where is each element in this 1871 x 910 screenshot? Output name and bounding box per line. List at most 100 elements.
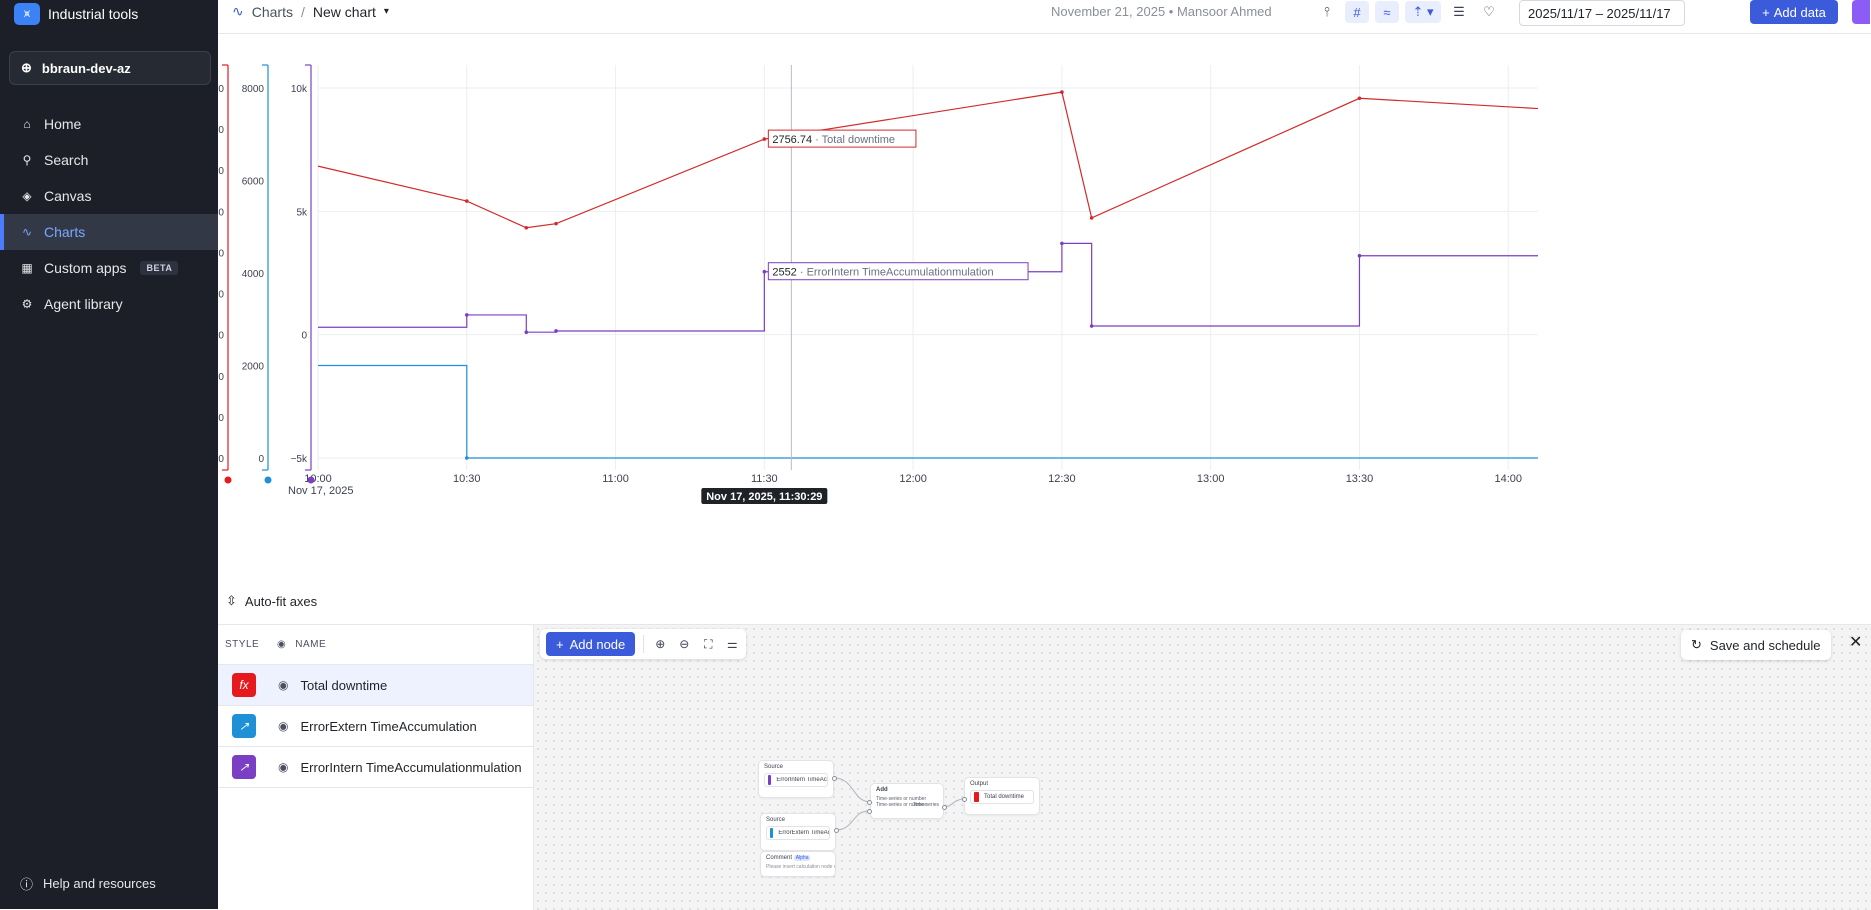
comment-node[interactable]: Comment Alpha Please insert calculation … (760, 851, 836, 877)
date-range-picker[interactable]: 2025/11/17 – 2025/11/17 (1519, 0, 1685, 26)
search-icon: ⚲ (22, 153, 32, 167)
data-point (464, 313, 469, 317)
data-point (1089, 216, 1094, 220)
node-value: ErrorIntern TimeAccumula... (776, 777, 827, 783)
main-nav: ⌂ Home ⚲ Search ◈ Canvas ∿ Charts ▦ Cust… (0, 106, 218, 322)
node-port[interactable] (832, 776, 837, 781)
eye-icon[interactable]: ◉ (278, 678, 288, 692)
bottom-panel: STYLE ◉ NAME fx ◉ Total downtime ↗ ◉ Err… (218, 624, 1871, 910)
data-point (554, 329, 558, 333)
axis-color-dot (264, 476, 272, 484)
agent-icon: ⚙ (21, 297, 33, 311)
node-select[interactable]: ErrorExtern TimeAccumula... (766, 826, 830, 840)
chart-meta: November 21, 2025 • Mansoor Ahmed (1051, 4, 1272, 19)
breadcrumb: ∿ Charts / New chart ▾ (232, 3, 389, 20)
add-function-node[interactable]: Add Time-series or number Time-series or… (870, 783, 944, 819)
help-label: Help and resources (43, 876, 156, 891)
legend-icon[interactable]: ☰ (1447, 1, 1471, 23)
data-point (1060, 241, 1064, 246)
line-style-icon[interactable]: ≈ (1375, 1, 1399, 23)
marker-icon[interactable]: ⫯ (1315, 1, 1339, 23)
data-point (554, 221, 558, 226)
x-tick-label: 12:30 (1048, 473, 1076, 485)
node-title: Comment Alpha (761, 852, 835, 864)
source-node[interactable]: Source ErrorExtern TimeAccumula... (760, 813, 836, 851)
time-series-chart[interactable]: 10:00 10:30 11:00 11:30 12:00 12:30 13:00 13:30… (196, 35, 1871, 595)
heart-icon[interactable]: ♡ (1477, 1, 1501, 23)
data-point (762, 269, 767, 274)
column-name: NAME (295, 639, 327, 650)
calculation-canvas[interactable]: + Add node ⊕ ⊖ ⛶ ⚌ ↻ Save and schedule ✕… (534, 625, 1871, 910)
column-style: STYLE (225, 639, 260, 650)
nav-item-agent-library[interactable]: ⚙ Agent library (0, 286, 218, 322)
autofit-label: Auto-fit axes (244, 593, 318, 609)
project-selector[interactable]: ⊕ bbraun-dev-az (9, 51, 211, 85)
breadcrumb-root[interactable]: Charts (252, 4, 293, 20)
series-row[interactable]: fx ◉ Total downtime (218, 665, 533, 706)
y-tick-label: 0 (218, 248, 224, 259)
source-node[interactable]: Source ErrorIntern TimeAccumula... (758, 760, 834, 798)
nav-item-custom-apps[interactable]: ▦ Custom apps BETA (0, 250, 218, 286)
breadcrumb-current[interactable]: New chart (313, 4, 376, 20)
app-brand[interactable]: ⩙ Industrial tools (14, 2, 138, 26)
series-line (317, 91, 1539, 229)
charts-icon: ∿ (21, 225, 33, 239)
node-port[interactable] (834, 828, 839, 833)
node-select[interactable]: ErrorIntern TimeAccumula... (764, 773, 828, 787)
series-name: Total downtime (300, 677, 388, 693)
edge (835, 810, 870, 831)
app-name: Industrial tools (48, 6, 139, 22)
y-tick-label: −3000 (218, 372, 224, 383)
help-link[interactable]: ⓘ Help and resources (20, 874, 156, 893)
add-output: Time-series (913, 802, 939, 808)
node-select[interactable]: Total downtime (970, 790, 1034, 804)
series-row[interactable]: ↗ ◉ ErrorIntern TimeAccumulationmulation (218, 747, 533, 788)
chart-area[interactable]: 10:00 10:30 11:00 11:30 12:00 12:30 13:00 13:30… (196, 35, 1871, 595)
output-node[interactable]: Output Total downtime (964, 777, 1040, 815)
series-name: ErrorIntern TimeAccumulationmulation (300, 759, 522, 775)
data-point (1089, 324, 1094, 328)
timeseries-icon[interactable]: ↗ (232, 714, 256, 738)
nav-item-search[interactable]: ⚲ Search (0, 142, 218, 178)
side-panel-toggle[interactable] (1852, 0, 1870, 24)
node-title: Source (766, 817, 786, 823)
add-data-button[interactable]: + Add data (1750, 0, 1838, 24)
series-line (318, 364, 1538, 459)
nav-item-charts[interactable]: ∿ Charts (0, 214, 218, 250)
eye-icon[interactable]: ◉ (277, 639, 286, 650)
top-bar: ∿ Charts / New chart ▾ November 21, 2025… (218, 0, 1871, 34)
axis-icon[interactable]: ⇡ ▾ (1405, 1, 1441, 23)
data-point (1357, 253, 1362, 258)
grid-icon[interactable]: # (1345, 1, 1369, 23)
node-value: Total downtime (984, 794, 1025, 800)
y-tick-label: 8000 (242, 84, 265, 95)
tooltip-text: 2756.74 · Total downtime (772, 134, 895, 146)
timeseries-icon[interactable]: ↗ (232, 755, 256, 779)
nav-item-canvas[interactable]: ◈ Canvas (0, 178, 218, 214)
nav-item-label: Agent library (44, 296, 123, 312)
autofit-axes-button[interactable]: ⇳ Auto-fit axes (226, 593, 317, 609)
node-port[interactable] (867, 800, 872, 805)
nav-item-label: Search (44, 152, 89, 168)
axis-color-dot (307, 476, 315, 484)
help-icon: ⓘ (20, 877, 34, 892)
y-tick-label: 10k (291, 84, 308, 95)
series-row[interactable]: ↗ ◉ ErrorExtern TimeAccumulation (218, 706, 533, 747)
chevron-down-icon[interactable]: ▾ (384, 6, 389, 17)
globe-icon: ⊕ (21, 60, 32, 75)
nav-item-label: Canvas (44, 188, 92, 204)
eye-icon[interactable]: ◉ (278, 719, 288, 733)
data-point (1357, 96, 1362, 101)
series-name: ErrorExtern TimeAccumulation (300, 718, 477, 734)
eye-icon[interactable]: ◉ (278, 760, 288, 774)
node-port[interactable] (942, 805, 947, 810)
node-port[interactable] (962, 797, 967, 802)
y-tick-label: 3000 (218, 125, 224, 136)
comment-title: Comment (766, 855, 793, 861)
node-port[interactable] (867, 809, 872, 814)
y-tick-label: 1000 (218, 207, 224, 218)
y-tick-label: 4000 (218, 84, 224, 95)
nav-item-home[interactable]: ⌂ Home (0, 106, 218, 142)
plus-icon: + (1762, 4, 1770, 20)
formula-icon[interactable]: fx (232, 673, 256, 697)
